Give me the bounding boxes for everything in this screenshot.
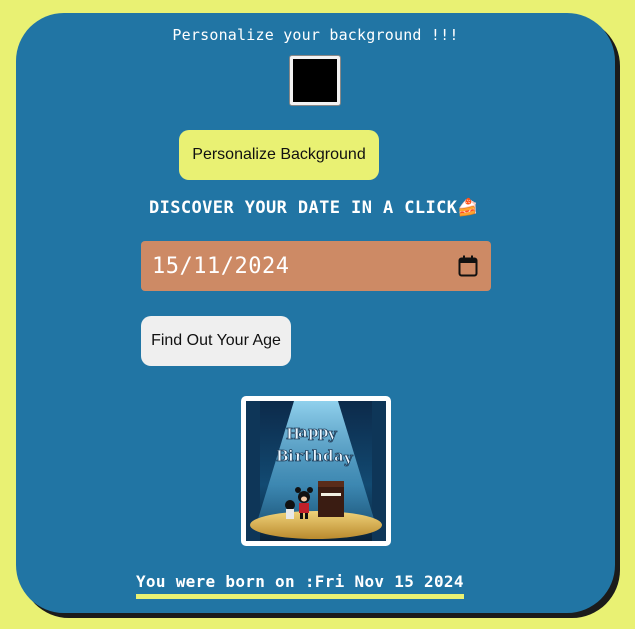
- personalize-background-button[interactable]: Personalize Background: [179, 130, 379, 180]
- birth-date-input[interactable]: 15/11/2024: [141, 241, 491, 291]
- happy-birthday-illustration: H a p p y B i r t h d a y: [246, 401, 386, 541]
- calendar-icon[interactable]: [458, 255, 478, 277]
- svg-text:d: d: [323, 447, 334, 465]
- cake-icon: 🍰: [457, 198, 479, 218]
- date-value: 15/11/2024: [152, 253, 290, 279]
- svg-text:i: i: [288, 447, 294, 465]
- svg-text:a: a: [334, 447, 344, 465]
- svg-text:h: h: [312, 447, 323, 465]
- result-prefix: You were born on :: [136, 572, 315, 591]
- color-picker[interactable]: [290, 56, 340, 105]
- birthday-image: H a p p y B i r t h d a y: [241, 396, 391, 546]
- svg-text:a: a: [298, 423, 308, 441]
- result-date: Fri Nov 15 2024: [314, 572, 464, 591]
- svg-text:y: y: [327, 425, 338, 443]
- svg-text:y: y: [343, 449, 354, 467]
- page-title: Personalize your background !!!: [172, 26, 459, 44]
- svg-text:t: t: [304, 447, 311, 465]
- svg-text:r: r: [295, 447, 304, 465]
- svg-text:p: p: [318, 423, 329, 441]
- discover-heading-text: DISCOVER YOUR DATE IN A CLICK: [149, 198, 458, 218]
- find-out-age-button[interactable]: Find Out Your Age: [141, 316, 291, 366]
- discover-heading: DISCOVER YOUR DATE IN A CLICK🍰: [149, 198, 479, 218]
- result-text: You were born on :Fri Nov 15 2024: [136, 572, 464, 599]
- svg-text:p: p: [308, 423, 319, 441]
- svg-text:B: B: [276, 447, 289, 465]
